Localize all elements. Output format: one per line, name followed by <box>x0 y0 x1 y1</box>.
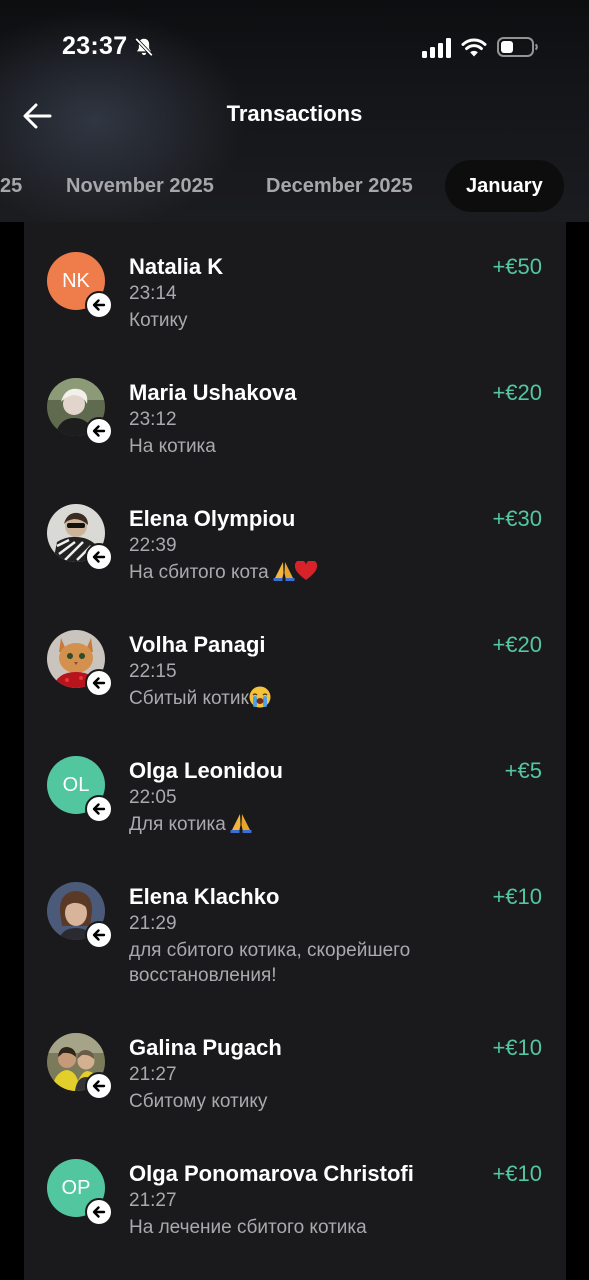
transaction-row[interactable]: OL Olga Leonidou 22:05 Для котика +€5 <box>24 726 566 852</box>
incoming-arrow-icon <box>85 669 113 697</box>
transaction-note: Для котика <box>129 812 489 837</box>
sender-name: Galina Pugach <box>129 1035 282 1060</box>
transaction-amount: +€20 <box>492 632 542 657</box>
transaction-time: 22:39 <box>129 535 177 556</box>
transaction-amount: +€10 <box>492 1161 542 1186</box>
transaction-row[interactable]: NK Natalia K 23:14 Котику +€50 <box>24 222 566 348</box>
transaction-row[interactable]: OP Olga Ponomarova Christofi 21:27 На ле… <box>24 1129 566 1280</box>
sender-name: Olga Ponomarova Christofi <box>129 1161 414 1186</box>
tab-december-2025[interactable]: December 2025 <box>266 160 413 212</box>
red-heart-emoji <box>294 561 317 580</box>
status-time: 23:37 <box>62 32 128 60</box>
sender-name: Elena Olympiou <box>129 506 296 531</box>
transaction-time: 22:15 <box>129 661 177 682</box>
loudly-crying-face-emoji <box>249 686 271 708</box>
transaction-amount: +€50 <box>492 254 542 279</box>
transaction-note: Сбитому котику <box>129 1091 268 1112</box>
tab-november-2025[interactable]: November 2025 <box>66 160 214 212</box>
transaction-amount: +€20 <box>492 380 542 405</box>
wifi-icon <box>461 38 487 57</box>
transaction-amount: +€10 <box>492 884 542 909</box>
note-text: Сбитый котик <box>129 688 249 709</box>
incoming-arrow-icon <box>85 921 113 949</box>
sender-name: Volha Panagi <box>129 632 266 657</box>
note-text: На сбитого кота <box>129 562 269 583</box>
folded-hands-emoji <box>230 814 252 833</box>
transaction-time: 23:12 <box>129 409 177 430</box>
incoming-arrow-icon <box>85 543 113 571</box>
cellular-signal-icon <box>422 38 451 58</box>
transaction-note: На котика <box>129 436 216 457</box>
sender-name: Natalia K <box>129 254 224 279</box>
transaction-row[interactable]: Elena Klachko 21:29 для сбитого котика, … <box>24 852 566 1004</box>
sender-name: Maria Ushakova <box>129 380 297 405</box>
incoming-arrow-icon <box>85 291 113 319</box>
transaction-note: Котику <box>129 310 188 331</box>
bell-slash-icon <box>135 37 153 57</box>
sender-name: Olga Leonidou <box>129 758 283 783</box>
transaction-row[interactable]: Galina Pugach 21:27 Сбитому котику +€10 <box>24 1003 566 1129</box>
tab-january[interactable]: January <box>445 160 564 212</box>
note-text: Для котика <box>129 814 226 835</box>
transaction-row[interactable]: Elena Olympiou 22:39 На сбитого кота +€3… <box>24 474 566 600</box>
transaction-time: 21:29 <box>129 913 177 934</box>
transaction-amount: +€10 <box>492 1035 542 1060</box>
transaction-note: для сбитого котика, скорейшего восстанов… <box>129 940 411 986</box>
transaction-note: На сбитого кота <box>129 560 489 585</box>
page-title: Transactions <box>226 101 363 126</box>
sender-name: Elena Klachko <box>129 884 280 909</box>
transaction-time: 21:27 <box>129 1190 177 1211</box>
transaction-amount: +€30 <box>492 506 542 531</box>
transaction-time: 22:05 <box>129 787 177 808</box>
incoming-arrow-icon <box>85 417 113 445</box>
transaction-note: На лечение сбитого котика <box>129 1217 367 1238</box>
tab-month-partial[interactable]: 25 <box>0 160 22 212</box>
transaction-time: 21:27 <box>129 1064 177 1085</box>
incoming-arrow-icon <box>85 795 113 823</box>
incoming-arrow-icon <box>85 1198 113 1226</box>
transaction-note: Сбитый котик <box>129 686 489 711</box>
transaction-amount: +€5 <box>504 758 542 783</box>
incoming-arrow-icon <box>85 1072 113 1100</box>
transaction-row[interactable]: Maria Ushakova 23:12 На котика +€20 <box>24 348 566 474</box>
battery-icon <box>497 37 538 57</box>
transaction-row[interactable]: Volha Panagi 22:15 Сбитый котик +€20 <box>24 600 566 726</box>
folded-hands-emoji <box>273 562 295 581</box>
transaction-time: 23:14 <box>129 283 177 304</box>
